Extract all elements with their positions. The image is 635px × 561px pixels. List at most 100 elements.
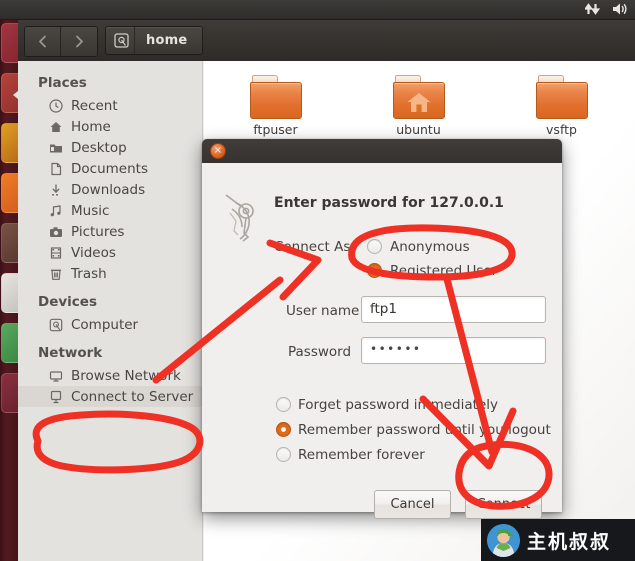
breadcrumb-label: home (146, 33, 188, 48)
panel-indicators (583, 1, 629, 20)
chevron-left-icon (39, 35, 46, 48)
sidebar-item-connect-to-server[interactable]: Connect to Server (18, 386, 202, 407)
network-icon (48, 368, 64, 384)
launcher-item-firefox[interactable] (0, 120, 18, 168)
cancel-button[interactable]: Cancel (374, 490, 451, 519)
radio-remember-forever[interactable] (276, 447, 291, 462)
sidebar-item-label: Music (71, 202, 110, 219)
sidebar-item-browse-network[interactable]: Browse Network (18, 365, 202, 386)
radio-registered-user[interactable] (367, 263, 382, 278)
watermark: 主机叔叔 (481, 519, 635, 561)
sidebar-item-trash[interactable]: Trash (18, 263, 202, 284)
forward-button[interactable] (61, 27, 97, 56)
file-item-label: vsftp (546, 122, 577, 137)
radio-remember-forever-label: Remember forever (298, 447, 425, 463)
home-icon (48, 119, 64, 135)
file-item-ftpuser[interactable]: ftpuser (204, 75, 347, 137)
launcher-item-dash[interactable] (0, 20, 18, 68)
radio-forget-password[interactable] (276, 397, 291, 412)
sidebar-item-desktop[interactable]: Desktop (18, 137, 202, 158)
sidebar-item-documents[interactable]: Documents (18, 158, 202, 179)
password-label: Password (288, 344, 352, 360)
radio-anonymous[interactable] (367, 239, 382, 254)
film-icon (48, 245, 64, 261)
launcher-item-terminal[interactable] (0, 320, 18, 368)
volume-icon[interactable] (611, 1, 629, 20)
launcher-item-trash[interactable] (0, 370, 18, 418)
password-input[interactable]: •••••• (361, 337, 546, 364)
close-icon[interactable]: × (210, 143, 226, 159)
sidebar-item-label: Downloads (71, 181, 146, 198)
sidebar-item-label: Recent (71, 97, 118, 114)
person-avatar-icon (487, 523, 520, 557)
sidebar-item-label: Connect to Server (71, 388, 194, 405)
screen: home Places Recent Home Desktop Document… (0, 0, 635, 561)
sidebar-item-recent[interactable]: Recent (18, 95, 202, 116)
dialog-titlebar: × (202, 139, 562, 163)
trash-icon (48, 266, 64, 282)
window-titlebar: home (18, 20, 635, 61)
file-item-label: ftpuser (253, 122, 298, 137)
chevron-right-icon (75, 35, 83, 48)
music-note-icon (48, 203, 64, 219)
clock-icon (48, 98, 64, 114)
breadcrumb[interactable]: home (105, 26, 204, 55)
document-icon (48, 161, 64, 177)
radio-remember-until-logout-label: Remember password until you logout (298, 422, 551, 438)
sidebar-item-label: Documents (71, 160, 148, 177)
file-item-vsftp[interactable]: vsftp (490, 75, 633, 137)
sidebar-item-pictures[interactable]: Pictures (18, 221, 202, 242)
camera-icon (48, 224, 64, 240)
dialog-body: Enter password for 127.0.0.1 Connect As … (202, 163, 562, 519)
radio-registered-user-label: Registered User (390, 263, 498, 279)
desktop-folder-icon (48, 140, 64, 156)
computer-disk-icon (108, 27, 135, 54)
launcher-item-settings[interactable] (0, 270, 18, 318)
sidebar-item-downloads[interactable]: Downloads (18, 179, 202, 200)
sidebar-section-devices: Devices (38, 294, 97, 310)
download-arrow-icon (48, 182, 64, 198)
file-item-label: ubuntu (396, 122, 441, 137)
server-icon (48, 389, 64, 405)
connect-as-label: Connect As (274, 239, 351, 255)
launcher-item-files[interactable] (0, 70, 18, 118)
sidebar-item-label: Pictures (71, 223, 125, 240)
file-row: ftpuser ubuntu vsftp (204, 61, 635, 137)
folder-icon (535, 75, 588, 119)
home-folder-icon (392, 75, 445, 119)
sidebar-item-label: Desktop (71, 139, 127, 156)
sidebar-item-label: Home (71, 118, 111, 135)
folder-icon (249, 75, 302, 119)
dialog-heading: Enter password for 127.0.0.1 (274, 195, 504, 211)
home-glyph-icon (407, 93, 430, 112)
navigation-buttons (24, 26, 98, 57)
sidebar-item-music[interactable]: Music (18, 200, 202, 221)
connect-button[interactable]: Connect (465, 490, 542, 519)
username-input[interactable]: ftp1 (361, 296, 546, 323)
sidebar-item-videos[interactable]: Videos (18, 242, 202, 263)
sidebar-section-places: Places (38, 75, 87, 91)
password-dialog: × Enter password for 127.0.0.1 Connect A… (202, 139, 562, 519)
radio-remember-until-logout[interactable] (276, 422, 291, 437)
network-updown-icon[interactable] (583, 1, 601, 20)
keyring-keys-icon (225, 194, 254, 242)
back-button[interactable] (25, 27, 61, 56)
launcher-item-software-center[interactable] (0, 220, 18, 268)
launcher-item-libreoffice[interactable] (0, 170, 18, 218)
sidebar-item-label: Trash (71, 265, 107, 282)
radio-anonymous-label: Anonymous (390, 239, 470, 255)
radio-forget-password-label: Forget password immediately (298, 397, 498, 413)
unity-launcher[interactable] (0, 20, 18, 561)
sidebar-item-label: Browse Network (71, 367, 181, 384)
places-sidebar: Places Recent Home Desktop Documents Dow… (18, 61, 203, 561)
sidebar-item-home[interactable]: Home (18, 116, 202, 137)
computer-disk-icon (48, 317, 64, 333)
username-label: User name (286, 303, 360, 319)
file-item-ubuntu[interactable]: ubuntu (347, 75, 490, 137)
sidebar-item-label: Videos (71, 244, 116, 261)
sidebar-item-label: Computer (71, 316, 139, 333)
sidebar-item-computer[interactable]: Computer (18, 314, 202, 335)
unity-top-panel (0, 0, 635, 20)
watermark-text: 主机叔叔 (527, 530, 612, 553)
sidebar-section-network: Network (38, 345, 103, 361)
